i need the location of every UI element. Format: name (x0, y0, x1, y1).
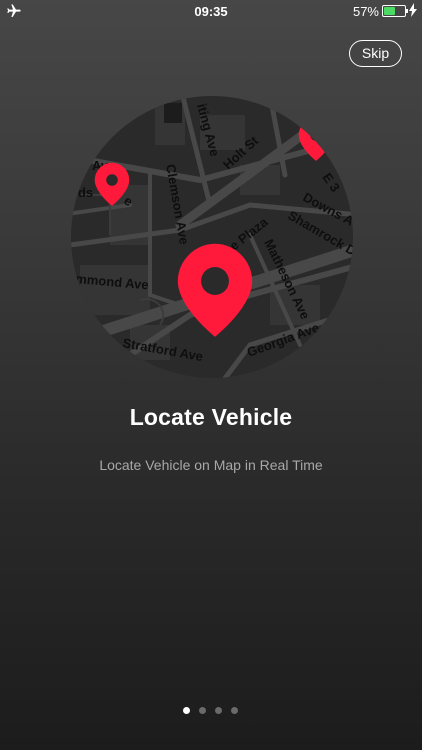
page-subtitle: Locate Vehicle on Map in Real Time (99, 457, 323, 473)
skip-button[interactable]: Skip (349, 40, 402, 67)
street-label: ods (70, 185, 93, 200)
page-dot-active[interactable] (183, 707, 190, 714)
page-dot[interactable] (231, 707, 238, 714)
charging-bolt-icon (409, 3, 417, 17)
page-indicator[interactable] (183, 707, 238, 715)
page-dot[interactable] (199, 707, 206, 714)
battery-percentage: 57% (352, 4, 379, 19)
battery-level-fill (384, 7, 395, 15)
battery-tip (406, 9, 408, 13)
status-bar: 09:35 57% (0, 0, 422, 22)
battery-icon (382, 5, 408, 17)
map-illustration: iting Ave Holt St Ave Clemson Ave E 3 Do… (70, 96, 353, 378)
page-title: Locate Vehicle (129, 404, 293, 430)
page-dot[interactable] (215, 707, 222, 714)
